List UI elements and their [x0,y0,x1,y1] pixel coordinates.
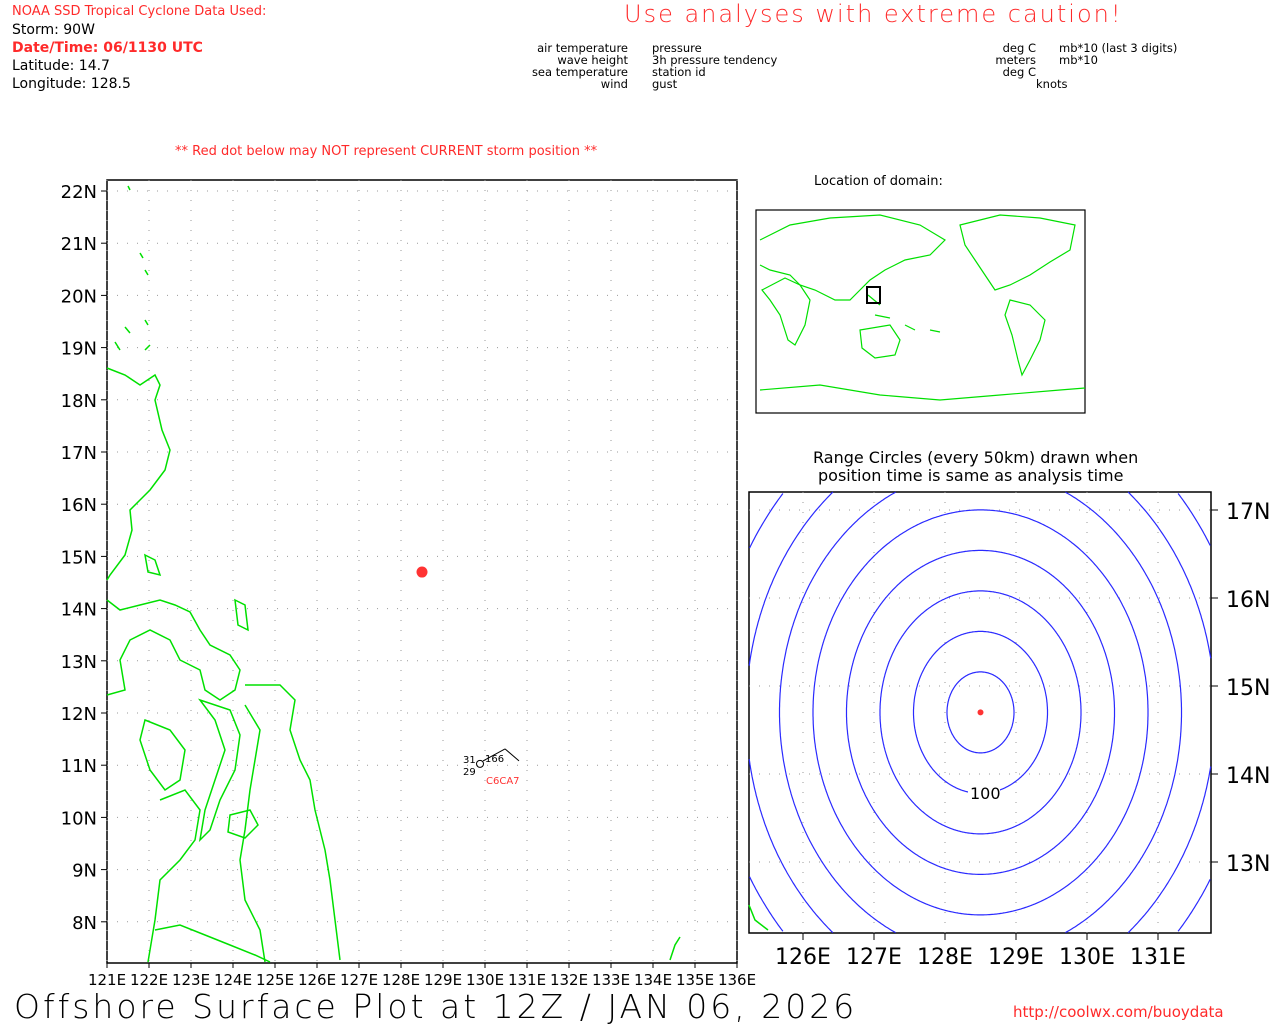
lat-label: 9N [72,861,97,882]
lat-label: 13N [61,652,97,673]
source-url[interactable]: http://coolwx.com/buoydata [1013,1003,1224,1021]
range-lat-label: 16N [1226,588,1270,613]
map-canvas: 31 29 166 C6CA7 22N 21N 20N 19N 18N 17N 16N 15N… [61,179,1270,989]
station-air-temp: 31 [463,755,476,766]
lat-label: 17N [61,443,97,464]
lat-label: 22N [61,182,97,203]
lat-label: 15N [61,547,97,568]
lat-label: 8N [72,913,97,934]
station-sea-temp: 29 [463,767,476,778]
inset-frame [755,209,1086,414]
lat-label: 16N [61,495,97,516]
station-pressure: 166 [485,754,504,765]
range-circles-panel: 100 17N 16N 15N 14N 13N 126E 127E 128E 129E 130E 1… [748,491,1270,970]
lat-label: 20N [61,286,97,307]
range-circle-label: 100 [970,784,1001,803]
range-lon-label: 128E [917,945,973,970]
plot-title: Offshore Surface Plot at 12Z / JAN 06, 2… [14,987,858,1026]
lat-label: 12N [61,704,97,725]
storm-position-dot[interactable] [416,566,428,578]
range-lon-label: 129E [988,945,1044,970]
lat-label: 10N [61,808,97,829]
lat-label: 19N [61,339,97,360]
range-lat-label: 15N [1226,676,1270,701]
lat-label: 14N [61,600,97,621]
station-id: C6CA7 [486,776,520,787]
range-lon-label: 126E [775,945,831,970]
lat-label: 18N [61,391,97,412]
lat-label: 21N [61,234,97,255]
range-lat-label: 13N [1226,852,1270,877]
range-lat-label: 14N [1226,764,1270,789]
lat-label: 11N [61,756,97,777]
main-map: 31 29 166 C6CA7 22N 21N 20N 19N 18N 17N 16N 15N… [61,179,756,989]
range-lon-label: 127E [846,945,902,970]
page: NOAA SSD Tropical Cyclone Data Used: Sto… [0,0,1280,1024]
inset-world-map [755,209,1086,414]
range-lon-label: 130E [1059,945,1115,970]
range-storm-dot [977,709,984,716]
range-lon-label: 131E [1130,945,1186,970]
range-lat-label: 17N [1226,500,1270,525]
